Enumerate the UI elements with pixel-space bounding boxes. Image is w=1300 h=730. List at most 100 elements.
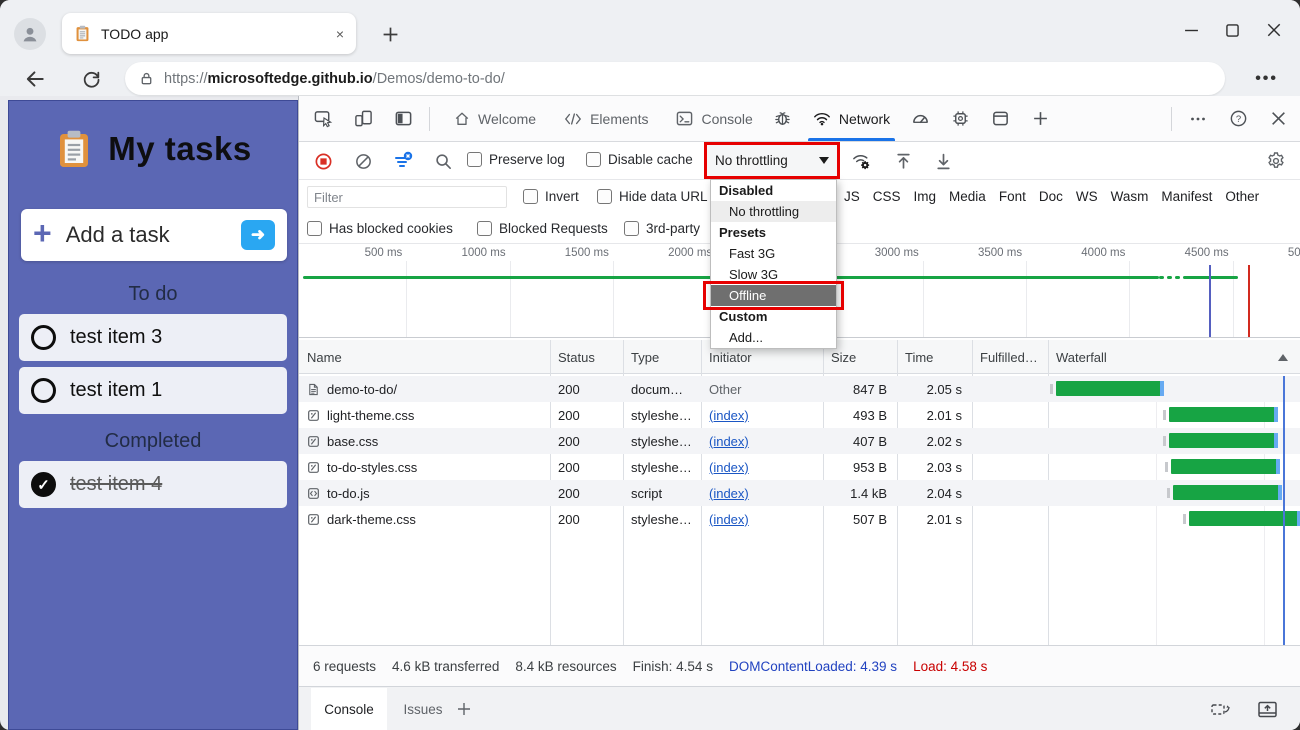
tab-network[interactable]: Network xyxy=(799,96,904,141)
maximize-icon[interactable] xyxy=(1225,23,1240,38)
refresh-button[interactable] xyxy=(76,64,106,94)
table-row[interactable]: to-do-styles.css 200 styleshe… (index) 953 B… xyxy=(299,454,1300,480)
device-emulation-icon[interactable] xyxy=(347,103,379,135)
network-conditions-icon[interactable] xyxy=(847,147,875,175)
back-button[interactable] xyxy=(20,64,50,94)
browser-menu-icon[interactable]: ••• xyxy=(1255,70,1278,88)
initiator-link[interactable]: (index) xyxy=(709,460,749,475)
tab-welcome[interactable]: Welcome xyxy=(440,96,550,141)
export-har-icon[interactable] xyxy=(889,147,917,175)
table-row[interactable]: light-theme.css 200 styleshe… (index) 493 B 2… xyxy=(299,402,1300,428)
task-item[interactable]: test item 3 xyxy=(19,314,287,361)
application-icon[interactable] xyxy=(984,103,1016,135)
record-network-log-icon[interactable] xyxy=(309,147,337,175)
third-party-checkbox[interactable]: 3rd-party xyxy=(624,221,700,236)
invert-checkbox[interactable]: Invert xyxy=(523,189,579,204)
initiator-link[interactable]: (index) xyxy=(709,434,749,449)
blocked-requests-checkbox[interactable]: Blocked Requests xyxy=(477,221,608,236)
waterfall-bar[interactable] xyxy=(1170,459,1280,474)
type-filter-img[interactable]: Img xyxy=(914,189,937,204)
url-bar[interactable]: https://microsoftedge.github.io/Demos/de… xyxy=(125,62,1225,95)
network-settings-gear-icon[interactable] xyxy=(1262,147,1290,175)
preserve-log-checkbox[interactable]: Preserve log xyxy=(467,152,565,167)
checkbox[interactable] xyxy=(467,152,482,167)
checkbox[interactable] xyxy=(523,189,538,204)
type-filter-css[interactable]: CSS xyxy=(873,189,901,204)
task-item[interactable]: test item 1 xyxy=(19,367,287,414)
column-header-name[interactable]: Name xyxy=(299,340,550,374)
issues-bug-icon[interactable] xyxy=(767,103,799,135)
dock-side-icon[interactable] xyxy=(387,103,419,135)
import-har-icon[interactable] xyxy=(929,147,957,175)
memory-icon[interactable] xyxy=(944,103,976,135)
submit-arrow-button[interactable]: ➜ xyxy=(241,220,275,250)
type-filter-ws[interactable]: WS xyxy=(1076,189,1098,204)
customize-devtools-icon[interactable] xyxy=(1182,103,1214,135)
window-close-icon[interactable] xyxy=(1266,22,1282,38)
type-filter-font[interactable]: Font xyxy=(999,189,1026,204)
throttle-option-no-throttling[interactable]: No throttling xyxy=(711,201,836,222)
initiator-link[interactable]: (index) xyxy=(709,408,749,423)
new-tab-button[interactable] xyxy=(376,20,404,48)
checkbox[interactable] xyxy=(624,221,639,236)
task-item[interactable]: ✓ test item 4 xyxy=(19,461,287,508)
type-filter-doc[interactable]: Doc xyxy=(1039,189,1063,204)
help-icon[interactable]: ? xyxy=(1222,103,1254,135)
has-blocked-cookies-checkbox[interactable]: Has blocked cookies xyxy=(307,221,453,236)
checkbox[interactable] xyxy=(477,221,492,236)
throttle-option-offline[interactable]: Offline xyxy=(711,285,836,306)
profile-avatar[interactable] xyxy=(14,18,46,50)
search-icon[interactable] xyxy=(429,147,457,175)
waterfall-bar[interactable] xyxy=(1056,381,1165,396)
waterfall-bar[interactable] xyxy=(1172,485,1282,500)
throttling-select-annotated[interactable]: No throttling xyxy=(704,142,840,179)
hide-data-url-checkbox[interactable]: Hide data URL xyxy=(597,189,708,204)
initiator-link[interactable]: (index) xyxy=(709,512,749,527)
sort-ascending-icon[interactable] xyxy=(1278,354,1288,361)
type-filter-js[interactable]: JS xyxy=(844,189,860,204)
inspect-icon[interactable] xyxy=(307,103,339,135)
column-header-type[interactable]: Type xyxy=(623,340,701,374)
column-header-status[interactable]: Status xyxy=(550,340,623,374)
table-row[interactable]: demo-to-do/200 docum… Other 847 B 2.05 s xyxy=(299,376,1300,402)
rotate-view-icon[interactable] xyxy=(1208,696,1234,722)
browser-tab[interactable]: TODO app × xyxy=(62,13,356,54)
close-devtools-icon[interactable] xyxy=(1262,103,1294,135)
column-header-time[interactable]: Time xyxy=(897,340,972,374)
filter-icon[interactable] xyxy=(389,147,417,175)
type-filter-manifest[interactable]: Manifest xyxy=(1161,189,1212,204)
add-drawer-tab-icon[interactable] xyxy=(451,696,477,722)
type-filter-media[interactable]: Media xyxy=(949,189,986,204)
type-filter-other[interactable]: Other xyxy=(1225,189,1259,204)
checkbox[interactable] xyxy=(586,152,601,167)
throttle-option-add-[interactable]: Add... xyxy=(711,327,836,348)
expand-quick-view-icon[interactable] xyxy=(1254,696,1280,722)
unchecked-circle-icon[interactable] xyxy=(31,378,56,403)
tab-console[interactable]: Console xyxy=(662,96,766,141)
checkbox[interactable] xyxy=(597,189,612,204)
add-task-button[interactable]: + Add a task ➜ xyxy=(21,209,287,261)
throttle-option-slow-3g[interactable]: Slow 3G xyxy=(711,264,836,285)
initiator-link[interactable]: (index) xyxy=(709,486,749,501)
minimize-icon[interactable] xyxy=(1184,23,1199,38)
filter-input[interactable] xyxy=(307,186,507,208)
disable-cache-checkbox[interactable]: Disable cache xyxy=(586,152,693,167)
drawer-tab-issues[interactable]: Issues xyxy=(395,688,451,730)
checkbox[interactable] xyxy=(307,221,322,236)
table-row[interactable]: base.css 200 styleshe… (index) 407 B 2.02 s xyxy=(299,428,1300,454)
checked-circle-icon[interactable]: ✓ xyxy=(31,472,56,497)
throttle-option-fast-3g[interactable]: Fast 3G xyxy=(711,243,836,264)
drawer-tab-console[interactable]: Console xyxy=(311,688,387,730)
clear-network-log-icon[interactable] xyxy=(349,147,377,175)
waterfall-bar[interactable] xyxy=(1168,433,1279,448)
waterfall-bar[interactable] xyxy=(1168,407,1278,422)
type-filter-wasm[interactable]: Wasm xyxy=(1111,189,1149,204)
unchecked-circle-icon[interactable] xyxy=(31,325,56,350)
tab-close-icon[interactable]: × xyxy=(336,26,344,42)
more-tabs-icon[interactable] xyxy=(1024,103,1056,135)
table-row[interactable]: dark-theme.css 200 styleshe… (index) 507 B 2.… xyxy=(299,506,1300,532)
performance-icon[interactable] xyxy=(904,103,936,135)
tab-elements[interactable]: Elements xyxy=(550,96,662,141)
column-header-fulfilled[interactable]: Fulfilled… xyxy=(972,340,1048,374)
column-header-waterfall[interactable]: Waterfall xyxy=(1048,340,1300,374)
